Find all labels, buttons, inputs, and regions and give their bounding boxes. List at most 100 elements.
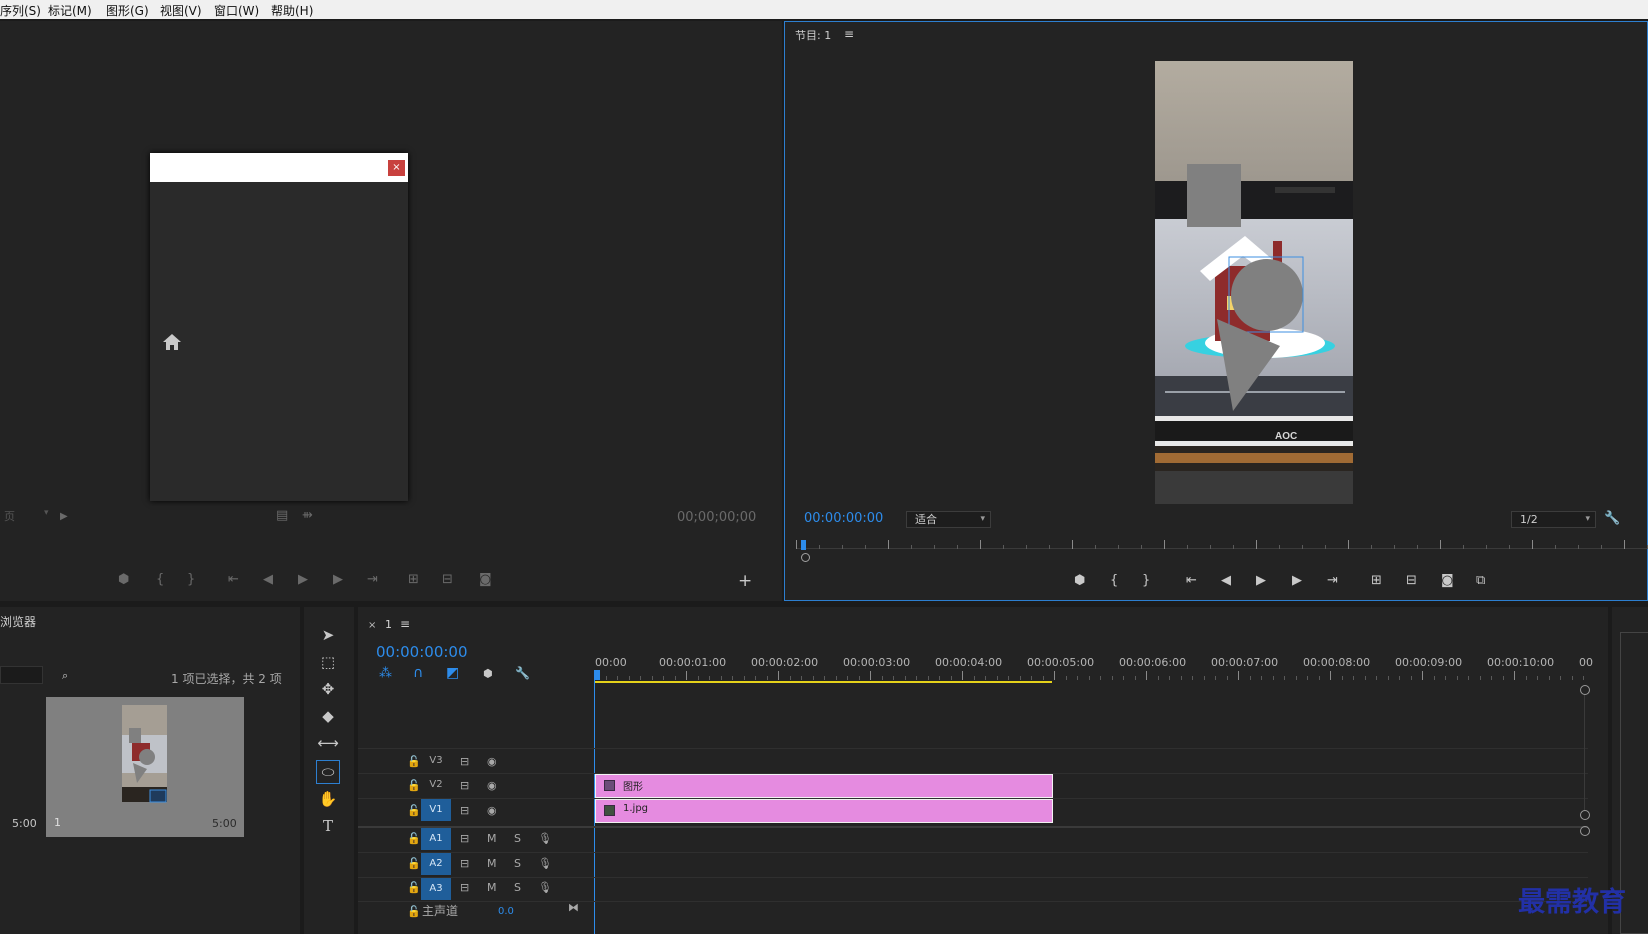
home-icon[interactable] bbox=[162, 333, 182, 350]
panel-menu-icon[interactable]: ≡ bbox=[844, 27, 854, 41]
go-to-out-icon[interactable]: ⇥ bbox=[367, 573, 378, 586]
menu-graphics[interactable]: 图形(G) bbox=[106, 2, 149, 19]
razor-tool-icon[interactable]: ◆ bbox=[316, 705, 340, 727]
work-area-bar[interactable] bbox=[594, 681, 1052, 683]
scroll-handle[interactable] bbox=[1580, 685, 1590, 695]
sync-lock-icon[interactable]: ⊟ bbox=[460, 779, 469, 792]
program-video-frame[interactable]: AOC bbox=[1155, 61, 1353, 504]
lock-icon[interactable]: 🔓 bbox=[407, 755, 421, 768]
timeline-settings-wrench-icon[interactable]: 🔧 bbox=[515, 666, 530, 680]
slip-tool-icon[interactable]: ⟷ bbox=[316, 732, 340, 754]
go-to-in-icon[interactable]: ⇤ bbox=[1186, 574, 1197, 587]
mark-out-icon[interactable]: } bbox=[187, 573, 195, 586]
master-volume-value[interactable]: 0.0 bbox=[498, 906, 514, 917]
lock-icon[interactable]: 🔓 bbox=[407, 881, 421, 894]
ripple-edit-tool-icon[interactable]: ✥ bbox=[316, 678, 340, 700]
track-label-v2[interactable]: V2 bbox=[421, 774, 451, 796]
camera-icon[interactable]: ◙ bbox=[479, 573, 492, 586]
microphone-icon[interactable]: 🎙 bbox=[538, 832, 552, 845]
sync-lock-icon[interactable]: ⊟ bbox=[460, 832, 469, 845]
sync-lock-icon[interactable]: ⊟ bbox=[460, 804, 469, 817]
microphone-icon[interactable]: 🎙 bbox=[538, 857, 552, 870]
eye-icon[interactable]: ◉ bbox=[487, 779, 497, 792]
step-back-icon[interactable]: ◀ bbox=[1221, 574, 1231, 587]
project-item-partial[interactable] bbox=[0, 697, 44, 837]
step-forward-icon[interactable]: ▶ bbox=[333, 573, 343, 586]
project-search-input[interactable] bbox=[0, 666, 43, 684]
clip-image[interactable]: 1.jpg bbox=[595, 799, 1053, 823]
track-label-v1[interactable]: V1 bbox=[421, 799, 451, 821]
ellipse-tool-icon[interactable]: ⬭ bbox=[316, 760, 340, 784]
menu-help[interactable]: 帮助(H) bbox=[271, 2, 313, 19]
insert-clip-icon[interactable]: ⊞ bbox=[408, 573, 419, 586]
add-marker-icon[interactable]: ⬢ bbox=[483, 667, 493, 680]
mark-in-icon[interactable]: { bbox=[1110, 574, 1118, 587]
snap-magnet-icon[interactable]: ∩ bbox=[413, 665, 423, 681]
menu-window[interactable]: 窗口(W) bbox=[214, 2, 259, 19]
solo-button[interactable]: S bbox=[514, 881, 521, 894]
project-item-thumbnail[interactable] bbox=[46, 697, 244, 837]
lock-icon[interactable]: 🔓 bbox=[407, 857, 421, 870]
track-label-a1[interactable]: A1 bbox=[421, 828, 451, 850]
eye-icon[interactable]: ◉ bbox=[487, 755, 497, 768]
mark-in-icon[interactable]: { bbox=[156, 573, 164, 586]
eye-icon[interactable]: ◉ bbox=[487, 804, 497, 817]
search-folder-icon[interactable]: ⌕ bbox=[62, 669, 68, 682]
play-icon[interactable]: ▶ bbox=[1256, 574, 1266, 587]
marker-icon[interactable]: ⬢ bbox=[118, 573, 129, 586]
track-label-a3[interactable]: A3 bbox=[421, 878, 451, 900]
overwrite-clip-icon[interactable]: ⊟ bbox=[442, 573, 453, 586]
play-icon[interactable]: ▶ bbox=[298, 573, 308, 586]
mute-button[interactable]: M bbox=[487, 832, 497, 845]
microphone-icon[interactable]: 🎙 bbox=[538, 881, 552, 894]
camera-icon[interactable]: ◙ bbox=[1441, 574, 1454, 587]
track-label-a2[interactable]: A2 bbox=[421, 853, 451, 875]
add-button-icon[interactable]: + bbox=[738, 573, 752, 590]
lock-icon[interactable]: 🔓 bbox=[407, 905, 421, 918]
sync-lock-icon[interactable]: ⊟ bbox=[460, 755, 469, 768]
scroll-handle[interactable] bbox=[1580, 810, 1590, 820]
sync-lock-icon[interactable]: ⊟ bbox=[460, 857, 469, 870]
timeline-tab-close-icon[interactable]: × bbox=[368, 620, 376, 631]
clip-graphic[interactable]: 图形 bbox=[595, 774, 1053, 798]
menu-view[interactable]: 视图(V) bbox=[160, 2, 202, 19]
scroll-handle[interactable] bbox=[1580, 826, 1590, 836]
mute-button[interactable]: M bbox=[487, 881, 497, 894]
mark-out-icon[interactable]: } bbox=[1142, 574, 1150, 587]
program-timecode[interactable]: 00:00:00:00 bbox=[804, 511, 883, 526]
go-to-end-icon[interactable]: ⧓ bbox=[568, 901, 579, 914]
track-select-tool-icon[interactable]: ⬚ bbox=[316, 651, 340, 673]
lock-icon[interactable]: 🔓 bbox=[407, 804, 421, 817]
project-panel-title[interactable]: 浏览器 bbox=[0, 613, 36, 630]
lock-icon[interactable]: 🔓 bbox=[407, 779, 421, 792]
source-page-select[interactable]: 页 ▾ bbox=[4, 508, 56, 524]
program-monitor-title[interactable]: 节目: 1 bbox=[795, 27, 831, 43]
dialog-titlebar[interactable] bbox=[150, 153, 408, 182]
zoom-dropdown[interactable]: 适合 ▾ bbox=[906, 511, 991, 528]
lock-icon[interactable]: 🔓 bbox=[407, 832, 421, 845]
linked-selection-icon[interactable]: ◩ bbox=[446, 665, 459, 681]
type-tool-icon[interactable]: T bbox=[316, 815, 340, 837]
menu-markers[interactable]: 标记(M) bbox=[48, 2, 92, 19]
step-back-icon[interactable]: ◀ bbox=[263, 573, 273, 586]
marker-icon[interactable]: ⬢ bbox=[1074, 574, 1085, 587]
lift-icon[interactable]: ⊞ bbox=[1371, 574, 1382, 587]
track-label-v3[interactable]: V3 bbox=[421, 750, 451, 772]
solo-button[interactable]: S bbox=[514, 857, 521, 870]
timeline-playhead-handle[interactable] bbox=[594, 670, 600, 680]
selection-tool-icon[interactable]: ➤ bbox=[316, 624, 340, 646]
mute-button[interactable]: M bbox=[487, 857, 497, 870]
comparison-view-icon[interactable]: ⧉ bbox=[1476, 574, 1485, 587]
vertical-scrollbar[interactable] bbox=[1584, 695, 1585, 810]
export-frame-icon[interactable]: ▤ bbox=[276, 509, 288, 522]
extract-icon[interactable]: ⊟ bbox=[1406, 574, 1417, 587]
resolution-dropdown[interactable]: 1/2 ▾ bbox=[1511, 511, 1596, 528]
play-small-icon[interactable]: ▶ bbox=[60, 510, 68, 523]
go-to-in-icon[interactable]: ⇤ bbox=[228, 573, 239, 586]
insert-icon[interactable]: ⇻ bbox=[302, 509, 313, 522]
dialog-close-button[interactable]: × bbox=[388, 160, 405, 176]
timeline-tab[interactable]: 1 bbox=[385, 618, 392, 631]
go-to-out-icon[interactable]: ⇥ bbox=[1327, 574, 1338, 587]
scroll-handle[interactable] bbox=[801, 553, 810, 562]
timeline-timecode[interactable]: 00:00:00:00 bbox=[376, 643, 468, 661]
